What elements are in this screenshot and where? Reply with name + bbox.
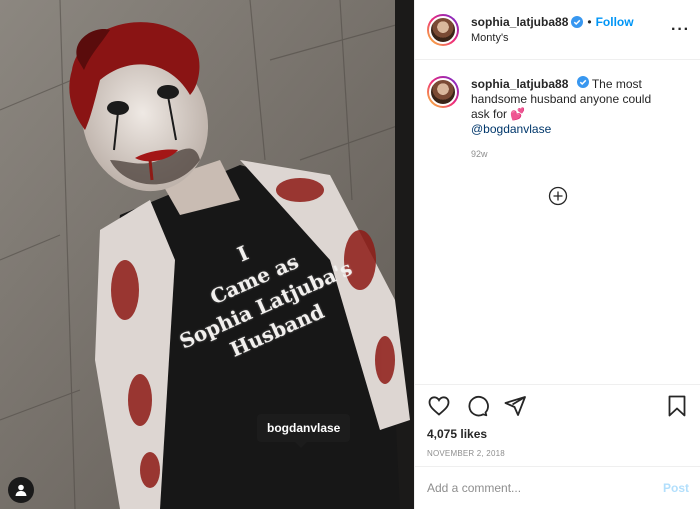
caption-timestamp[interactable]: 92w <box>471 147 671 162</box>
verified-badge-icon <box>576 76 589 88</box>
caption-avatar[interactable] <box>427 76 459 108</box>
plus-circle-icon[interactable] <box>548 186 568 206</box>
more-dots-icon[interactable]: ··· <box>671 21 690 39</box>
action-bar <box>427 385 689 427</box>
comment-input[interactable] <box>427 481 663 495</box>
separator-dot: • <box>587 14 592 29</box>
likes-count[interactable]: 4,075 likes <box>427 427 689 441</box>
heart-icon[interactable] <box>427 394 451 418</box>
caption-username[interactable]: sophia_latjuba88 <box>471 77 568 91</box>
comment-box: Post <box>415 466 700 509</box>
caption-row: sophia_latjuba88 The most handsome husba… <box>415 60 700 162</box>
actions-section: 4,075 likes NOVEMBER 2, 2018 <box>415 384 700 458</box>
location-link[interactable]: Monty's <box>471 30 634 46</box>
author-avatar[interactable] <box>427 13 459 46</box>
post-comment-button[interactable]: Post <box>663 481 689 495</box>
author-username[interactable]: sophia_latjuba88 <box>471 14 568 30</box>
share-icon[interactable] <box>503 394 527 418</box>
post-photo[interactable]: I Came as Sophia Latjuba's Husband bogda… <box>0 0 414 509</box>
user-tag-label[interactable]: bogdanvlase <box>257 414 351 448</box>
post-header: sophia_latjuba88 • Follow Monty's ··· <box>415 0 700 60</box>
caption-text: sophia_latjuba88 The most handsome husba… <box>471 76 671 162</box>
caption-mention-link[interactable]: @bogdanvlase <box>471 122 671 137</box>
caption-emoji: 💕 <box>510 107 526 121</box>
post-date: NOVEMBER 2, 2018 <box>427 449 505 458</box>
follow-button[interactable]: Follow <box>596 14 634 30</box>
post-details-panel: sophia_latjuba88 • Follow Monty's ··· so… <box>414 0 700 509</box>
comment-icon[interactable] <box>465 394 489 418</box>
save-icon[interactable] <box>665 394 689 418</box>
verified-badge-icon <box>571 15 584 28</box>
user-tag-icon[interactable] <box>8 477 34 503</box>
header-text: sophia_latjuba88 • Follow Monty's <box>471 14 634 46</box>
